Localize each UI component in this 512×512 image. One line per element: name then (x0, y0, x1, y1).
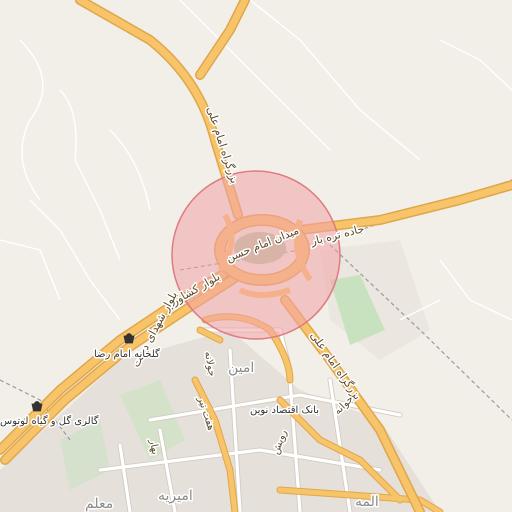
area-label-amirieh: امیریه (158, 488, 193, 504)
poi-golkhaneh-label: گلخانه امام رضا (94, 348, 160, 360)
map-canvas[interactable]: بزرگراه امام علی بزرگراه امام علی جاده ت… (0, 0, 512, 512)
area-label-amin: امین (228, 360, 254, 376)
map-view[interactable]: بزرگراه امام علی بزرگراه امام علی جاده ت… (0, 0, 512, 512)
highlight-circle[interactable] (171, 170, 341, 340)
area-label-alameh: المه (355, 494, 379, 510)
poi-bank[interactable]: بانک اقتصاد نوین (249, 404, 321, 418)
poi-gallery-label: گالری گل و گیاه لوتوس (0, 415, 99, 427)
area-label-moallem: معلم (85, 496, 113, 512)
poi-bank-label: بانک اقتصاد نوین (250, 405, 319, 416)
